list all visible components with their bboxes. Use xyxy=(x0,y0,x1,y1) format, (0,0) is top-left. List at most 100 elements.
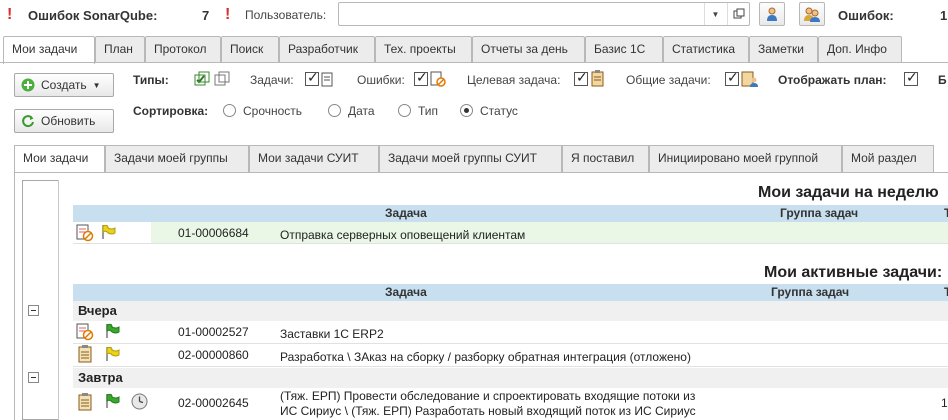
table-row[interactable]: 01-00006684 Отправка серверных оповещени… xyxy=(73,222,948,244)
sort-option-urgency[interactable]: Срочность xyxy=(243,104,302,118)
week-section-title: Мои задачи на неделю xyxy=(758,184,939,201)
yellow-flag-icon xyxy=(100,224,116,243)
user-field[interactable]: ▼ xyxy=(338,2,750,26)
subtab-initiated-by-group[interactable]: Инициировано моей группой xyxy=(649,145,842,172)
task-number: 01-00006684 xyxy=(178,226,249,240)
user-label: Пользователь: xyxy=(245,8,327,22)
errors-type-checkbox[interactable] xyxy=(414,69,428,86)
tab-extra-info[interactable]: Доп. Инфо xyxy=(818,36,902,62)
users-group-button[interactable] xyxy=(799,2,825,26)
task-number: 02-00000860 xyxy=(178,348,249,362)
gutter-line xyxy=(58,180,59,420)
sort-option-status[interactable]: Статус xyxy=(480,104,518,118)
dropdown-icon[interactable]: ▼ xyxy=(704,3,726,25)
group-name: Завтра xyxy=(78,370,123,385)
tab-notes[interactable]: Заметки xyxy=(749,36,818,62)
tab-statistics[interactable]: Статистика xyxy=(663,36,749,62)
week-table-header: Задача Группа задач Т xyxy=(73,205,948,222)
yellow-flag-icon xyxy=(104,346,120,365)
warning-icon: ! xyxy=(225,6,231,23)
tab-daily-reports[interactable]: Отчеты за день xyxy=(472,36,585,62)
clock-icon xyxy=(131,393,148,413)
chevron-down-icon: ▼ xyxy=(92,80,101,90)
users-group-icon xyxy=(804,7,820,22)
tab-my-tasks[interactable]: Мои задачи xyxy=(3,36,95,64)
user-button[interactable] xyxy=(759,2,785,26)
plus-icon xyxy=(21,78,35,92)
sort-radio-urgency[interactable] xyxy=(223,104,236,117)
user-icon xyxy=(767,7,777,21)
col-t: Т xyxy=(944,206,948,220)
tasks-type-checkbox[interactable] xyxy=(305,69,319,86)
tab-protocol[interactable]: Протокол xyxy=(145,36,221,62)
col-task: Задача xyxy=(385,206,427,220)
table-row[interactable]: 01-00002527 Заставки 1С ERP2 xyxy=(73,321,948,344)
task-doc-icon xyxy=(321,71,333,90)
grouping-gutter xyxy=(22,180,58,420)
tab-developer[interactable]: Разработчик xyxy=(279,36,375,62)
col-group: Группа задач xyxy=(780,206,859,220)
col-t: Т xyxy=(944,285,948,299)
types-label: Типы: xyxy=(133,73,169,87)
collapse-tomorrow-icon[interactable] xyxy=(28,372,39,383)
subtab-my-section[interactable]: Мой раздел xyxy=(842,145,934,172)
error-doc-icon xyxy=(430,71,446,90)
errors-label: Ошибок: xyxy=(838,8,894,23)
task-clipboard-icon xyxy=(78,345,94,366)
sort-label: Сортировка: xyxy=(133,104,209,118)
green-flag-icon xyxy=(104,323,120,342)
common-tasks-label: Общие задачи: xyxy=(626,73,711,87)
active-section-title: Мои активные задачи: xyxy=(764,264,943,281)
sort-radio-status[interactable] xyxy=(460,104,473,117)
green-flag-icon xyxy=(104,393,120,412)
row-highlight xyxy=(151,222,948,243)
task-text: Разработка \ ЗАказ на сборку / разборку … xyxy=(280,350,691,364)
task-text-line1: (Тяж. ЕРП) Провести обследование и спрое… xyxy=(280,389,696,403)
refresh-label: Обновить xyxy=(41,114,96,128)
common-tasks-checkbox[interactable] xyxy=(725,69,739,86)
tab-plan[interactable]: План xyxy=(95,36,145,62)
task-text-line2: ИС Сириус \ (Тяж. ЕРП) Разработать новый… xyxy=(280,404,696,418)
open-icon[interactable] xyxy=(727,3,749,25)
task-number: 01-00002527 xyxy=(178,325,249,339)
task-extra: 1 xyxy=(941,396,948,410)
subtab-i-assigned[interactable]: Я поставил xyxy=(562,145,649,172)
check-all-icon[interactable] xyxy=(194,71,210,90)
create-button[interactable]: Создать ▼ xyxy=(14,73,114,97)
table-row[interactable]: 02-00002645 (Тяж. ЕРП) Провести обследов… xyxy=(73,388,948,420)
tab-divider xyxy=(0,62,948,63)
error-task-icon xyxy=(76,224,94,245)
tab-search[interactable]: Поиск xyxy=(221,36,279,62)
collapse-yesterday-icon[interactable] xyxy=(28,305,39,316)
tab-tech-projects[interactable]: Тех. проекты xyxy=(375,36,472,62)
errors-count: 1 xyxy=(940,8,948,23)
sonar-errors-label: Ошибок SonarQube: xyxy=(28,8,158,23)
common-tasks-icon xyxy=(741,70,759,91)
task-text: Заставки 1С ERP2 xyxy=(280,327,384,341)
task-number: 02-00002645 xyxy=(178,396,249,410)
subtab-group-tasks-suit[interactable]: Задачи моей группы СУИТ xyxy=(379,145,562,172)
task-clipboard-icon xyxy=(78,393,94,414)
refresh-button[interactable]: Обновить xyxy=(14,109,114,133)
sonar-errors-count: 7 xyxy=(202,8,210,23)
sort-option-date[interactable]: Дата xyxy=(348,104,375,118)
group-name: Вчера xyxy=(78,303,117,318)
subtab-my-tasks-suit[interactable]: Мои задачи СУИТ xyxy=(249,145,379,172)
create-label: Создать xyxy=(41,78,87,92)
sort-radio-date[interactable] xyxy=(328,104,341,117)
uncheck-all-icon[interactable] xyxy=(214,71,230,90)
sort-radio-type[interactable] xyxy=(398,104,411,117)
tab-basis-1c[interactable]: Базис 1С xyxy=(585,36,663,62)
task-text: Отправка серверных оповещений клиентам xyxy=(280,228,526,242)
show-plan-checkbox[interactable] xyxy=(904,69,918,86)
truncated-label: Б xyxy=(938,73,947,87)
group-header-yesterday[interactable]: Вчера xyxy=(73,301,948,321)
sort-option-type[interactable]: Тип xyxy=(418,104,438,118)
subtab-group-tasks[interactable]: Задачи моей группы xyxy=(105,145,249,172)
error-task-icon xyxy=(76,323,94,344)
warning-icon: ! xyxy=(7,6,13,23)
target-task-checkbox[interactable] xyxy=(574,69,588,86)
group-header-tomorrow[interactable]: Завтра xyxy=(73,368,948,388)
table-row[interactable]: 02-00000860 Разработка \ ЗАказ на сборку… xyxy=(73,344,948,367)
subtab-my-tasks[interactable]: Мои задачи xyxy=(14,145,105,174)
